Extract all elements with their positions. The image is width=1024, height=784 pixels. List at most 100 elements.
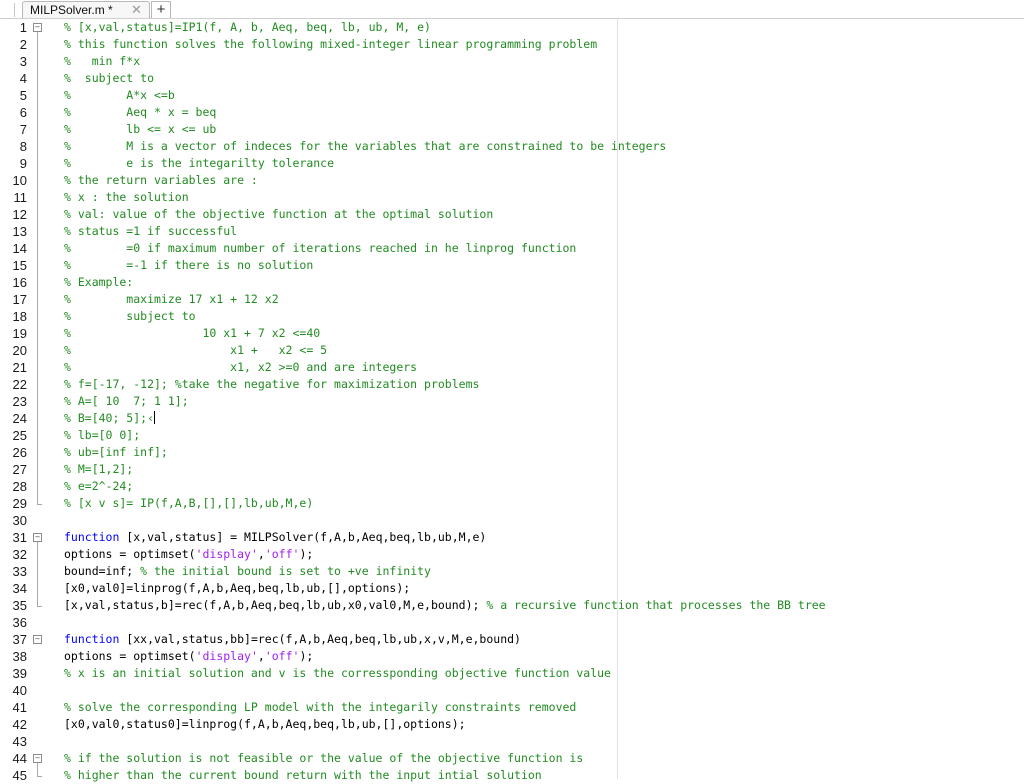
code-line[interactable]: 20 % x1 + x2 <= 5: [0, 342, 1024, 359]
line-number: 17: [12, 292, 27, 307]
code-line[interactable]: 18 % subject to: [0, 308, 1024, 325]
comment-token: % val: value of the objective function a…: [64, 207, 494, 221]
comment-token: % subject to: [64, 309, 196, 323]
line-number: 13: [12, 224, 27, 239]
code-line[interactable]: 33 bound=inf; % the initial bound is set …: [0, 563, 1024, 580]
code-line[interactable]: 12 % val: value of the objective function…: [0, 206, 1024, 223]
code-line[interactable]: 40: [0, 682, 1024, 699]
code-text: options = optimset('display','off');: [64, 546, 313, 563]
code-token: options = optimset(: [64, 547, 196, 561]
code-editor[interactable]: 1−% [x,val,status]=IP1(f, A, b, Aeq, beq…: [0, 19, 1024, 783]
comment-token: % status =1 if successful: [64, 224, 238, 238]
code-token: [x,val,status] = MILPSolver(f,A,b,Aeq,be…: [119, 530, 487, 544]
line-number: 32: [12, 547, 27, 562]
code-text: % M=[1,2];: [64, 461, 133, 478]
code-line[interactable]: 5 % A*x <=b: [0, 87, 1024, 104]
tab-bar-grip[interactable]: [4, 3, 15, 17]
code-line[interactable]: 22 % f=[-17, -12]; %take the negative for…: [0, 376, 1024, 393]
code-text: % maximize 17 x1 + 12 x2: [64, 291, 279, 308]
code-text: % x : the solution: [64, 189, 189, 206]
code-line[interactable]: 30: [0, 512, 1024, 529]
code-line[interactable]: 3 % min f*x: [0, 53, 1024, 70]
code-line[interactable]: 6 % Aeq * x = beq: [0, 104, 1024, 121]
code-line[interactable]: 34 [x0,val0]=linprog(f,A,b,Aeq,beq,lb,ub,…: [0, 580, 1024, 597]
code-line[interactable]: 25 % lb=[0 0];: [0, 427, 1024, 444]
code-line[interactable]: 8 % M is a vector of indeces for the vari…: [0, 138, 1024, 155]
code-text: % lb <= x <= ub: [64, 121, 216, 138]
code-line[interactable]: 14 % =0 if maximum number of iterations r…: [0, 240, 1024, 257]
code-line[interactable]: 1− % [x,val,status]=IP1(f, A, b, Aeq, beq…: [0, 19, 1024, 36]
comment-token: % the return variables are :: [64, 173, 258, 187]
code-line[interactable]: 32 options = optimset('display','off');: [0, 546, 1024, 563]
code-line[interactable]: 28 % e=2^-24;: [0, 478, 1024, 495]
code-line[interactable]: 9 % e is the integarilty tolerance: [0, 155, 1024, 172]
code-line[interactable]: 42 [x0,val0,status0]=linprog(f,A,b,Aeq,be…: [0, 716, 1024, 733]
code-line[interactable]: 19 % 10 x1 + 7 x2 <=40: [0, 325, 1024, 342]
code-line[interactable]: 35 [x,val,status,b]=rec(f,A,b,Aeq,beq,lb,…: [0, 597, 1024, 614]
code-line[interactable]: 36: [0, 614, 1024, 631]
line-number: 16: [12, 275, 27, 290]
line-number: 25: [12, 428, 27, 443]
code-token: ,: [257, 649, 265, 663]
code-line[interactable]: 17 % maximize 17 x1 + 12 x2: [0, 291, 1024, 308]
code-line[interactable]: 23 % A=[ 10 7; 1 1];: [0, 393, 1024, 410]
keyword-token: function: [64, 530, 120, 544]
comment-token: % e is the integarilty tolerance: [64, 156, 335, 170]
line-number: 34: [12, 581, 27, 596]
code-token: [xx,val,status,bb]=rec(f,A,b,Aeq,beq,lb,…: [119, 632, 521, 646]
tab-milpsolver[interactable]: MILPSolver.m * ✕: [22, 1, 150, 18]
fold-toggle-icon[interactable]: −: [33, 635, 42, 644]
line-number: 15: [12, 258, 27, 273]
close-icon[interactable]: ✕: [131, 2, 142, 18]
code-text: % 10 x1 + 7 x2 <=40: [64, 325, 320, 342]
line-number: 10: [12, 173, 27, 188]
code-line[interactable]: 26 % ub=[inf inf];: [0, 444, 1024, 461]
comment-token: % Aeq * x = beq: [64, 105, 217, 119]
code-line[interactable]: 2 % this function solves the following mi…: [0, 36, 1024, 53]
code-line[interactable]: 16 % Example:: [0, 274, 1024, 291]
string-token: 'display': [195, 547, 258, 561]
code-text: [x0,val0]=linprog(f,A,b,Aeq,beq,lb,ub,[]…: [64, 580, 410, 597]
code-line[interactable]: 38 options = optimset('display','off');: [0, 648, 1024, 665]
code-line[interactable]: 24 % B=[40; 5];‹: [0, 410, 1024, 427]
code-text: % the return variables are :: [64, 172, 258, 189]
code-line[interactable]: 10 % the return variables are :: [0, 172, 1024, 189]
code-text: % status =1 if successful: [64, 223, 237, 240]
fold-toggle-icon[interactable]: −: [33, 533, 42, 542]
comment-token: % x1, x2 >=0 and are integers: [64, 360, 418, 374]
code-line[interactable]: 7 % lb <= x <= ub: [0, 121, 1024, 138]
code-token: );: [299, 649, 314, 663]
code-line[interactable]: 31− function [x,val,status] = MILPSolver(…: [0, 529, 1024, 546]
fold-toggle-icon[interactable]: −: [33, 754, 42, 763]
line-number: 12: [12, 207, 27, 222]
code-line[interactable]: 43: [0, 733, 1024, 750]
code-line[interactable]: 37− function [xx,val,status,bb]=rec(f,A,b…: [0, 631, 1024, 648]
line-number: 11: [13, 190, 28, 205]
code-line[interactable]: 29 % [x v s]= IP(f,A,B,[],[],lb,ub,M,e): [0, 495, 1024, 512]
code-line[interactable]: 39 % x is an initial solution and v is th…: [0, 665, 1024, 682]
new-tab-button[interactable]: +: [151, 1, 171, 18]
code-line[interactable]: 41 % solve the corresponding LP model wit…: [0, 699, 1024, 716]
comment-token: % lb=[0 0];: [64, 428, 141, 442]
code-text: % lb=[0 0];: [64, 427, 140, 444]
code-line[interactable]: 44− % if the solution is not feasible or …: [0, 750, 1024, 767]
code-line[interactable]: 45 % higher than the current bound return…: [0, 767, 1024, 784]
code-line[interactable]: 21 % x1, x2 >=0 and are integers: [0, 359, 1024, 376]
comment-token: % M=[1,2];: [64, 462, 134, 476]
comment-token: % x is an initial solution and v is the …: [64, 666, 611, 680]
line-number: 27: [12, 462, 27, 477]
comment-token: % min f*x: [64, 54, 141, 68]
code-text: % A=[ 10 7; 1 1];: [64, 393, 189, 410]
code-line[interactable]: 27 % M=[1,2];: [0, 461, 1024, 478]
line-number: 19: [12, 326, 27, 341]
fold-toggle-icon[interactable]: −: [33, 23, 42, 32]
code-line[interactable]: 4 % subject to: [0, 70, 1024, 87]
code-line[interactable]: 13 % status =1 if successful: [0, 223, 1024, 240]
tab-title: MILPSolver.m *: [30, 3, 113, 17]
line-number: 22: [12, 377, 27, 392]
code-token: options = optimset(: [64, 649, 196, 663]
line-number: 38: [12, 649, 27, 664]
code-line[interactable]: 15 % =-1 if there is no solution: [0, 257, 1024, 274]
code-line[interactable]: 11 % x : the solution: [0, 189, 1024, 206]
line-number: 24: [12, 411, 27, 426]
